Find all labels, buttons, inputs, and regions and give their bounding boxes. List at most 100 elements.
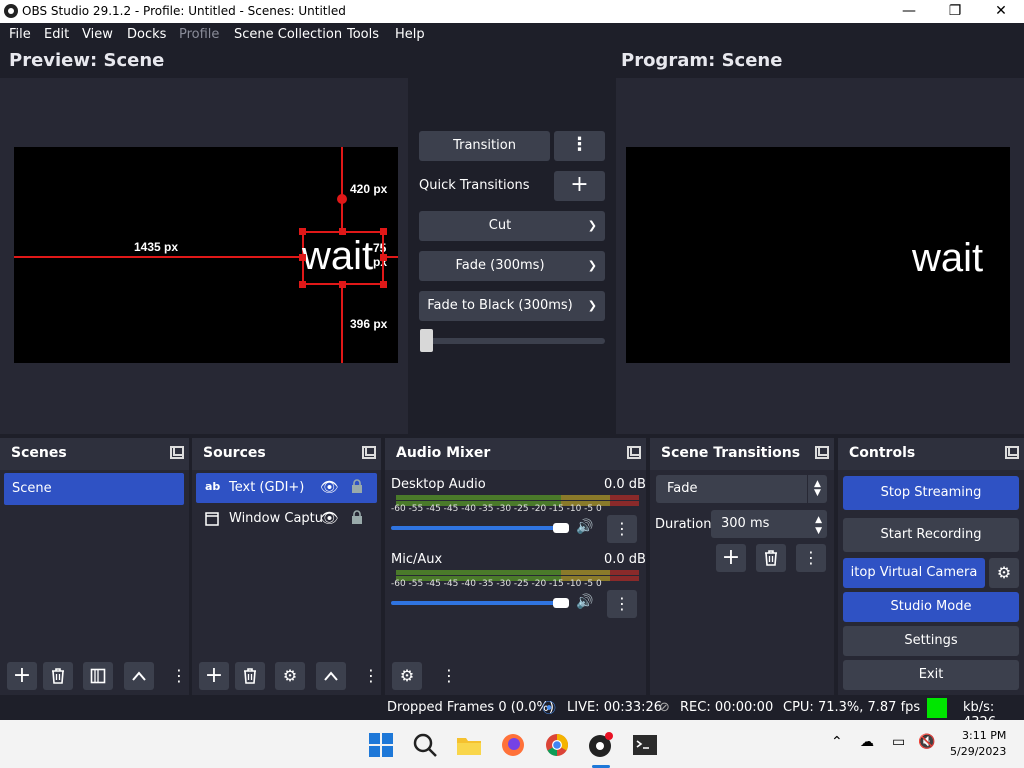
remove-source-button[interactable] xyxy=(235,662,265,690)
t-bar-track[interactable] xyxy=(420,338,605,344)
speaker-muted-icon[interactable]: 🔇 xyxy=(918,734,935,750)
move-scene-up-button[interactable] xyxy=(124,662,154,690)
resize-handle[interactable] xyxy=(299,228,306,235)
start-recording-button[interactable]: Start Recording xyxy=(843,518,1019,552)
audio-mixer-more-icon[interactable]: ⋮ xyxy=(441,662,457,690)
mic-aux-volume-knob[interactable] xyxy=(553,598,569,608)
transition-properties-button[interactable]: ⋮ xyxy=(796,544,826,572)
speaker-icon[interactable]: 🔊 xyxy=(576,519,593,535)
text-source-icon: ab xyxy=(205,480,221,493)
source-more-icon[interactable]: ⋮ xyxy=(363,662,379,690)
mic-aux-menu-button[interactable]: ⋮ xyxy=(607,590,637,618)
dropped-frames: Dropped Frames 0 (0.0%) xyxy=(387,700,554,715)
spin-arrows-icon[interactable]: ▲ ▼ xyxy=(815,515,822,537)
transition-button[interactable]: Transition xyxy=(419,131,550,161)
virtual-camera-settings-button[interactable]: ⚙ xyxy=(989,558,1019,588)
desktop-audio-level: 0.0 dB xyxy=(604,477,646,492)
quick-transition-cut[interactable]: Cut ❯ xyxy=(419,211,605,241)
lock-icon[interactable] xyxy=(351,479,363,498)
resize-handle[interactable] xyxy=(339,228,346,235)
scene-more-icon[interactable]: ⋮ xyxy=(171,662,187,690)
resize-handle[interactable] xyxy=(380,281,387,288)
program-canvas: wait xyxy=(626,147,1010,363)
eye-icon[interactable]: 👁 xyxy=(320,478,339,496)
terminal-icon[interactable] xyxy=(632,732,658,758)
preview-canvas[interactable]: 1435 px 420 px 75 px 396 px wait xyxy=(14,147,398,363)
resize-handle[interactable] xyxy=(380,228,387,235)
resize-handle[interactable] xyxy=(299,254,306,261)
remove-transition-button[interactable] xyxy=(756,544,786,572)
clock-date[interactable]: 5/29/2023 xyxy=(950,745,1006,758)
float-dock-icon[interactable] xyxy=(627,446,641,459)
clock-time[interactable]: 3:11 PM xyxy=(962,729,1006,742)
eye-icon[interactable]: 👁 xyxy=(320,509,339,527)
scene-filters-button[interactable] xyxy=(83,662,113,690)
source-item-window-capture[interactable]: Window Captu 👁 xyxy=(196,504,377,534)
menu-tools[interactable]: Tools xyxy=(347,27,379,42)
float-dock-icon[interactable] xyxy=(815,446,829,459)
resize-handle[interactable] xyxy=(339,281,346,288)
chrome-icon[interactable] xyxy=(544,732,570,758)
desktop-audio-menu-button[interactable]: ⋮ xyxy=(607,515,637,543)
sources-dock: Sources ab Text (GDI+) 👁 Window Captu 👁 … xyxy=(192,438,381,695)
speaker-icon[interactable]: 🔊 xyxy=(576,594,593,610)
resize-handle[interactable] xyxy=(299,281,306,288)
menu-scene-collection[interactable]: Scene Collection xyxy=(234,27,342,42)
search-icon[interactable] xyxy=(412,732,438,758)
gears-icon: ⚙ xyxy=(399,666,415,685)
exit-button[interactable]: Exit xyxy=(843,660,1019,690)
menu-view[interactable]: View xyxy=(82,27,113,42)
float-dock-icon[interactable] xyxy=(1005,446,1019,459)
duration-spinbox[interactable]: 300 ms ▲ ▼ xyxy=(711,510,827,538)
network-icon[interactable]: ▭ xyxy=(892,734,905,750)
preview-area[interactable]: 1435 px 420 px 75 px 396 px wait xyxy=(0,78,408,434)
menu-bar: File Edit View Docks Profile Scene Colle… xyxy=(0,23,1024,47)
chevron-up-icon[interactable]: ⌃ xyxy=(831,734,843,750)
menu-profile[interactable]: Profile xyxy=(179,27,219,42)
menu-help[interactable]: Help xyxy=(395,27,425,42)
mic-aux-volume-slider[interactable] xyxy=(391,601,567,605)
gear-icon: ⚙ xyxy=(996,563,1012,582)
desktop-audio-volume-knob[interactable] xyxy=(553,523,569,533)
transition-select[interactable]: Fade ▲ ▼ xyxy=(656,475,827,503)
obs-taskbar-icon[interactable] xyxy=(588,732,614,758)
firefox-icon[interactable] xyxy=(500,732,526,758)
studio-mode-button[interactable]: Studio Mode xyxy=(843,592,1019,622)
transition-menu-button[interactable]: ⋮ xyxy=(554,131,605,161)
stop-streaming-button[interactable]: Stop Streaming xyxy=(843,476,1019,510)
lock-icon[interactable] xyxy=(351,510,363,529)
t-bar-handle[interactable] xyxy=(420,329,433,352)
menu-file[interactable]: File xyxy=(9,27,31,42)
quick-transitions-label: Quick Transitions xyxy=(419,178,530,193)
close-window-button[interactable]: ✕ xyxy=(978,0,1024,23)
cloud-off-icon[interactable]: ☁ xyxy=(860,734,874,750)
menu-docks[interactable]: Docks xyxy=(127,27,166,42)
scene-item[interactable]: Scene xyxy=(4,473,184,505)
stop-virtual-camera-button[interactable]: itop Virtual Camera xyxy=(843,558,985,588)
window-title: OBS Studio 29.1.2 - Profile: Untitled - … xyxy=(22,4,346,18)
menu-edit[interactable]: Edit xyxy=(44,27,69,42)
advanced-audio-properties-button[interactable]: ⚙ xyxy=(392,662,422,690)
quick-transition-fade[interactable]: Fade (300ms) ❯ xyxy=(419,251,605,281)
float-dock-icon[interactable] xyxy=(362,446,376,459)
left-guide-line xyxy=(14,256,302,258)
left-distance-label: 1435 px xyxy=(134,240,179,254)
add-transition-button[interactable]: + xyxy=(716,544,746,572)
settings-button[interactable]: Settings xyxy=(843,626,1019,656)
maximize-button[interactable]: ❐ xyxy=(932,0,978,23)
add-scene-button[interactable]: + xyxy=(7,662,37,690)
add-quick-transition-button[interactable]: + xyxy=(554,171,605,201)
desktop-audio-volume-slider[interactable] xyxy=(391,526,567,530)
source-properties-button[interactable]: ⚙ xyxy=(275,662,305,690)
remove-scene-button[interactable] xyxy=(43,662,73,690)
file-explorer-icon[interactable] xyxy=(456,732,482,758)
quick-transition-fade-to-black[interactable]: Fade to Black (300ms) ❯ xyxy=(419,291,605,321)
minimize-button[interactable]: — xyxy=(886,0,932,23)
float-dock-icon[interactable] xyxy=(170,446,184,459)
windows-start-icon[interactable] xyxy=(368,732,394,758)
add-source-button[interactable]: + xyxy=(199,662,229,690)
rotation-handle[interactable] xyxy=(337,194,347,204)
move-source-up-button[interactable] xyxy=(316,662,346,690)
resize-handle[interactable] xyxy=(380,254,387,261)
source-item-text[interactable]: ab Text (GDI+) 👁 xyxy=(196,473,377,503)
